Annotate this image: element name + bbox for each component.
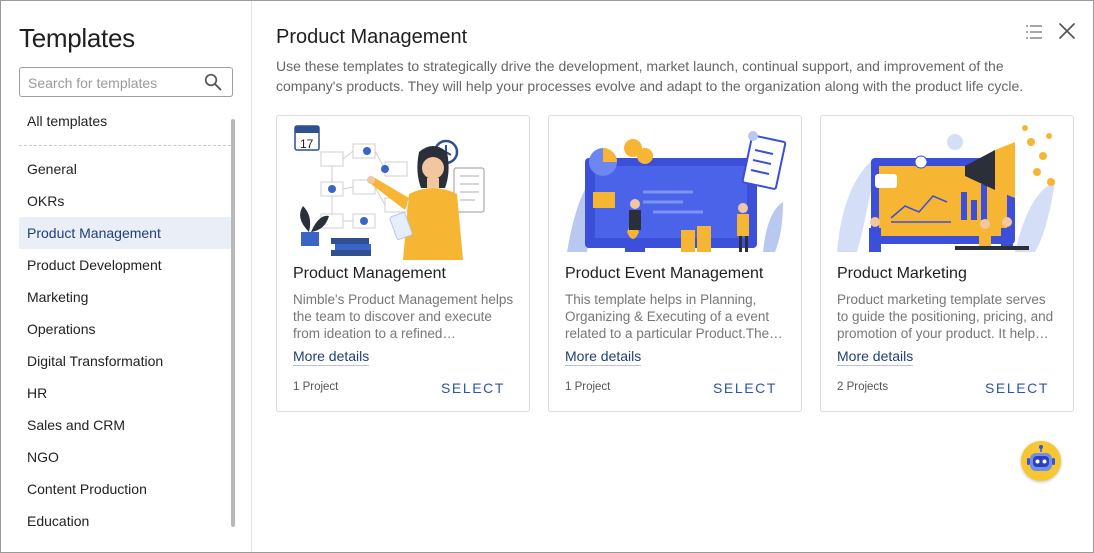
sidebar-item-okrs[interactable]: OKRs: [19, 185, 231, 217]
sidebar-divider: [19, 145, 231, 146]
sidebar-scrollbar[interactable]: [231, 119, 235, 527]
select-button[interactable]: SELECT: [713, 380, 777, 396]
card-description: This template helps in Planning, Organiz…: [565, 292, 783, 341]
all-templates-link[interactable]: All templates: [27, 113, 107, 129]
sidebar-item-marketing[interactable]: Marketing: [19, 281, 231, 313]
template-card[interactable]: Product Event Management This template h…: [548, 115, 802, 412]
assistant-button[interactable]: [1021, 441, 1061, 481]
svg-text:17: 17: [300, 137, 314, 151]
close-icon[interactable]: [1058, 22, 1076, 40]
product-management-illustration: 17: [291, 122, 517, 260]
main-panel: Product Management Use these templates t…: [252, 1, 1093, 552]
sidebar: Templates All templates General OKRs Pro…: [1, 1, 252, 552]
sidebar-item-digital-transformation[interactable]: Digital Transformation: [19, 345, 231, 377]
search-input[interactable]: [26, 68, 200, 98]
sidebar-item-product-development[interactable]: Product Development: [19, 249, 231, 281]
sidebar-item-general[interactable]: General: [19, 153, 231, 185]
product-event-illustration: [563, 122, 789, 260]
card-title: Product Management: [293, 265, 446, 282]
template-card[interactable]: 17 Product Management Nimble's Product M…: [276, 115, 530, 412]
more-details-link[interactable]: More details: [293, 348, 370, 366]
sidebar-item-product-management[interactable]: Product Management: [19, 217, 231, 249]
template-card[interactable]: Product Marketing Product marketing temp…: [820, 115, 1074, 412]
card-title: Product Event Management: [565, 265, 764, 282]
search-box[interactable]: [19, 67, 233, 98]
search-icon[interactable]: [204, 73, 222, 91]
robot-assistant-icon: [1027, 445, 1055, 471]
product-marketing-illustration: [835, 122, 1061, 260]
card-title: Product Marketing: [837, 265, 967, 282]
card-description: Product marketing template serves to gui…: [837, 292, 1054, 341]
sidebar-item-ngo[interactable]: NGO: [19, 441, 231, 473]
sidebar-title: Templates: [19, 23, 135, 53]
templates-dialog: Templates All templates General OKRs Pro…: [0, 0, 1094, 553]
list-view-icon[interactable]: [1024, 23, 1044, 41]
sidebar-item-operations[interactable]: Operations: [19, 313, 231, 345]
sidebar-item-hr[interactable]: HR: [19, 377, 231, 409]
project-count: 1 Project: [565, 381, 611, 393]
project-count: 2 Projects: [837, 381, 889, 393]
page-title: Product Management: [276, 26, 468, 48]
page-description: Use these templates to strategically dri…: [276, 58, 1024, 94]
sidebar-item-education[interactable]: Education: [19, 505, 231, 537]
select-button[interactable]: SELECT: [985, 380, 1049, 396]
project-count: 1 Project: [293, 381, 339, 393]
select-button[interactable]: SELECT: [441, 380, 505, 396]
sidebar-item-sales-and-crm[interactable]: Sales and CRM: [19, 409, 231, 441]
category-list: General OKRs Product Management Product …: [19, 153, 231, 537]
more-details-link[interactable]: More details: [837, 348, 914, 366]
card-description: Nimble's Product Management helps the te…: [293, 292, 514, 341]
sidebar-item-content-production[interactable]: Content Production: [19, 473, 231, 505]
more-details-link[interactable]: More details: [565, 348, 642, 366]
